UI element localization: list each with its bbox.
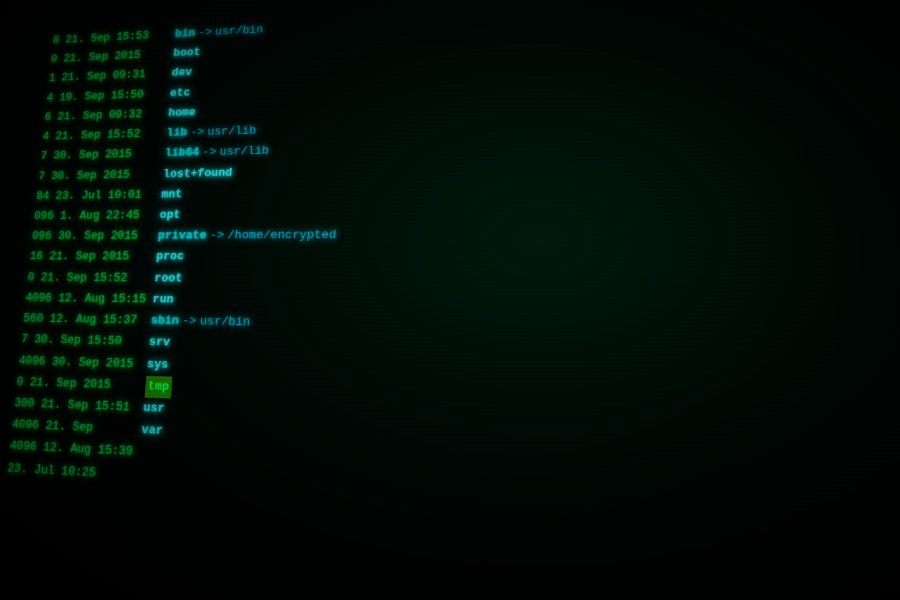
meta-row: 16 21. Sep 2015 xyxy=(29,247,151,268)
file-entry-root: root xyxy=(153,268,334,291)
filename-highlighted: tmp xyxy=(144,376,172,399)
filename: etc xyxy=(169,83,191,104)
file-entry-sbin: sbin -> usr/bin xyxy=(150,311,332,336)
symlink-target: /home/encrypted xyxy=(227,225,337,247)
meta-row: 096 1. Aug 22:45 xyxy=(33,205,154,226)
filename: opt xyxy=(159,205,181,226)
terminal-content: 8 21. Sep 15:53 0 21. Sep 2015 1 21. Sep… xyxy=(0,0,900,600)
file-entry-mnt: mnt xyxy=(161,182,340,205)
filename: private xyxy=(157,226,207,247)
meta-row: 096 30. Sep 2015 xyxy=(31,226,152,247)
meta-row: 7 30. Sep 15:50 xyxy=(20,330,143,354)
symlink-arrow: -> xyxy=(181,311,197,333)
filename: sbin xyxy=(150,311,180,333)
filename: boot xyxy=(173,43,201,64)
file-entry-opt: opt xyxy=(159,203,338,226)
symlink-arrow: -> xyxy=(202,143,217,164)
filename: home xyxy=(167,103,196,124)
filename: bin xyxy=(174,24,196,45)
file-entry-proc: proc xyxy=(155,247,335,269)
meta-row: 560 12. Aug 15:37 xyxy=(22,309,145,332)
file-entry-private: private -> /home/encrypted xyxy=(157,225,337,247)
meta-row: 4096 12. Aug 15:15 xyxy=(24,288,146,310)
symlink-target: usr/bin xyxy=(214,20,263,42)
meta-row: 0 21. Sep 15:52 xyxy=(27,268,149,290)
meta-row: 7 30. Sep 2015 xyxy=(37,164,157,186)
filename: lib64 xyxy=(164,143,200,164)
filename: lost+found xyxy=(162,163,233,185)
filename: proc xyxy=(155,247,184,268)
filename: sys xyxy=(146,354,169,376)
filename: mnt xyxy=(161,184,183,205)
symlink-arrow: -> xyxy=(198,23,213,43)
file-entry-run: run xyxy=(152,289,334,313)
filename: lib xyxy=(166,123,188,144)
filename: var xyxy=(141,420,164,443)
filename: srv xyxy=(148,332,171,354)
filename: dev xyxy=(171,63,193,84)
file-entry-lost-found: lost+found xyxy=(162,161,340,185)
symlink-target: usr/lib xyxy=(207,121,257,143)
meta-row: 7 30. Sep 2015 xyxy=(39,144,159,167)
symlink-arrow: -> xyxy=(209,226,225,247)
filename: root xyxy=(153,268,182,289)
symlink-target: usr/lib xyxy=(219,141,270,163)
meta-row: 84 23. Jul 10:01 xyxy=(35,185,155,207)
terminal-window: 8 21. Sep 15:53 0 21. Sep 2015 1 21. Sep… xyxy=(0,0,900,600)
symlink-target: usr/bin xyxy=(199,311,251,334)
filename: usr xyxy=(142,398,165,421)
filename: run xyxy=(152,289,175,311)
symlink-arrow: -> xyxy=(189,123,204,144)
